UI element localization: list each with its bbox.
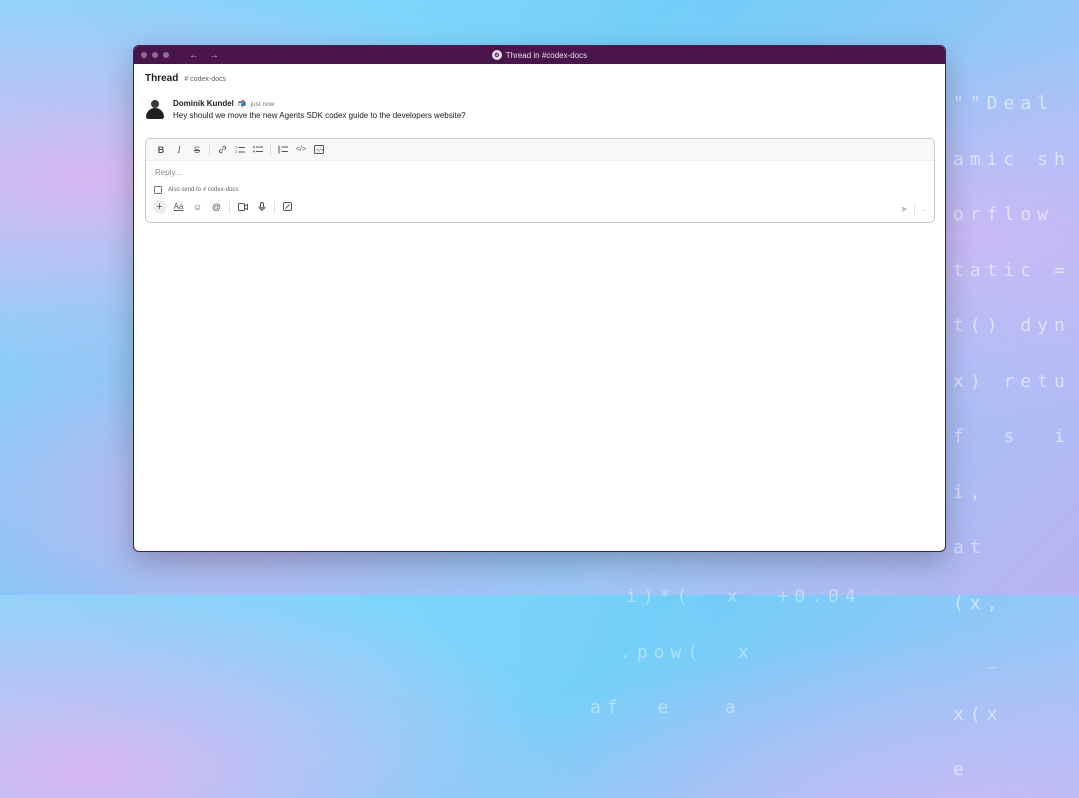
link-icon[interactable] bbox=[214, 142, 230, 158]
mention-icon[interactable]: @ bbox=[208, 199, 225, 214]
svg-text:2: 2 bbox=[235, 150, 237, 154]
code-line: ""Deal bbox=[953, 93, 1055, 114]
send-area: ➤ ⌄ bbox=[900, 204, 926, 215]
status-emoji-icon: 📬 bbox=[237, 101, 247, 108]
also-send-option[interactable]: Also send to # codex-docs bbox=[154, 186, 934, 194]
message-author[interactable]: Dominik Kundel bbox=[173, 99, 234, 108]
message-text: Hey should we move the new Agents SDK co… bbox=[173, 111, 466, 120]
svg-text:</>: </> bbox=[316, 148, 324, 153]
thread-channel-link[interactable]: # codex-docs bbox=[184, 76, 226, 83]
also-send-checkbox[interactable] bbox=[154, 186, 162, 194]
bold-icon[interactable]: B bbox=[153, 142, 169, 158]
thread-header: Thread # codex-docs bbox=[134, 64, 945, 84]
code-line: x) retu bbox=[953, 370, 1071, 392]
attach-button[interactable]: + bbox=[151, 199, 168, 214]
background-code-bottom: i)*( x +0.04 .pow( x af e a bbox=[590, 551, 862, 736]
code-line: (x, bbox=[953, 592, 1004, 614]
history-nav: ← → bbox=[189, 50, 219, 61]
code-line: i)*( x +0.04 bbox=[626, 586, 862, 607]
reply-input[interactable] bbox=[153, 167, 757, 178]
window-controls bbox=[141, 52, 169, 58]
code-line: af e a bbox=[590, 697, 742, 718]
window-title: ⚙ Thread in #codex-docs bbox=[134, 46, 945, 64]
video-icon[interactable] bbox=[234, 199, 251, 214]
code-line: .pow( x bbox=[620, 641, 755, 663]
avatar-body bbox=[146, 108, 164, 119]
divider bbox=[209, 143, 210, 156]
code-block-icon[interactable]: </> bbox=[311, 142, 327, 158]
code-line: _ bbox=[953, 648, 1004, 669]
send-icon[interactable]: ➤ bbox=[900, 204, 908, 215]
also-send-label: Also send to # codex-docs bbox=[168, 187, 239, 193]
code-icon[interactable]: </> bbox=[293, 142, 309, 158]
microphone-icon[interactable] bbox=[253, 199, 270, 214]
thread-title: Thread bbox=[145, 73, 179, 84]
code-line: i, bbox=[953, 481, 987, 503]
code-line: e bbox=[953, 759, 970, 780]
composer-actions: + Aa ☺ @ bbox=[151, 199, 934, 214]
message-header: Dominik Kundel 📬 just now bbox=[173, 99, 466, 108]
divider bbox=[913, 204, 915, 215]
bullet-list-icon[interactable] bbox=[250, 142, 266, 158]
avatar-head bbox=[151, 100, 159, 108]
forward-arrow-icon[interactable]: → bbox=[209, 50, 219, 61]
title-bar: ← → ⚙ Thread in #codex-docs bbox=[134, 46, 945, 64]
message-content: Dominik Kundel 📬 just now Hey should we … bbox=[173, 99, 466, 120]
back-arrow-icon[interactable]: ← bbox=[189, 50, 199, 61]
workspace-logo-icon: ⚙ bbox=[491, 50, 502, 60]
chevron-down-icon[interactable]: ⌄ bbox=[921, 206, 926, 213]
message-timestamp[interactable]: just now bbox=[251, 101, 275, 108]
formatting-toolbar: B I S 12 </> </> bbox=[146, 139, 934, 161]
code-line: at bbox=[953, 537, 987, 558]
minimize-dot[interactable] bbox=[152, 52, 158, 58]
shortcuts-icon[interactable] bbox=[279, 199, 296, 214]
code-line: orflow bbox=[953, 204, 1055, 225]
avatar[interactable] bbox=[145, 99, 165, 119]
code-line: tatic = bbox=[953, 259, 1071, 281]
close-dot[interactable] bbox=[141, 52, 147, 58]
message: Dominik Kundel 📬 just now Hey should we … bbox=[134, 84, 945, 120]
slack-window: ← → ⚙ Thread in #codex-docs Thread # cod… bbox=[133, 45, 946, 552]
italic-icon[interactable]: I bbox=[171, 142, 187, 158]
blockquote-icon[interactable] bbox=[275, 142, 291, 158]
emoji-icon[interactable]: ☺ bbox=[189, 199, 206, 214]
background-code-right: ""Deal amic sh orflow tatic = t() dyn x)… bbox=[953, 58, 1071, 798]
code-line: x(x bbox=[953, 703, 1004, 725]
maximize-dot[interactable] bbox=[163, 52, 169, 58]
strikethrough-icon[interactable]: S bbox=[189, 142, 205, 158]
svg-text:1: 1 bbox=[235, 146, 237, 150]
window-title-text: Thread in #codex-docs bbox=[505, 50, 588, 60]
code-line: t() dyn bbox=[953, 315, 1071, 336]
divider bbox=[229, 200, 230, 213]
code-line: amic sh bbox=[953, 148, 1071, 170]
plus-icon: + bbox=[152, 199, 167, 214]
code-line: f s i bbox=[953, 426, 1071, 447]
reply-composer: B I S 12 </> </> Also sen bbox=[145, 138, 935, 223]
ordered-list-icon[interactable]: 12 bbox=[232, 142, 248, 158]
formatting-toggle-icon[interactable]: Aa bbox=[170, 199, 187, 214]
divider bbox=[274, 200, 275, 213]
divider bbox=[270, 143, 271, 156]
